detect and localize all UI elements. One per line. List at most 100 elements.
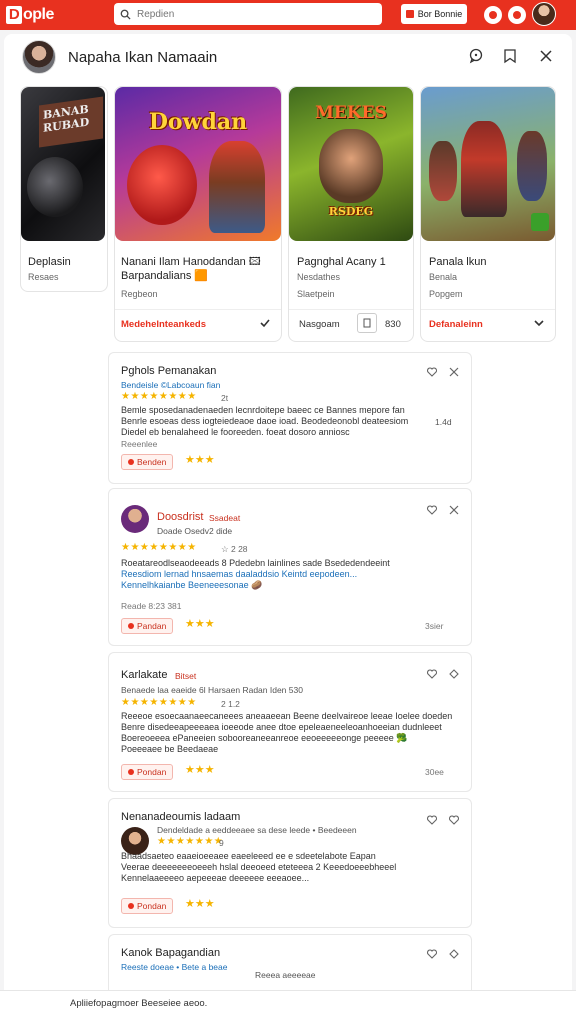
game-thumbnail: MEKES RSDEG <box>289 87 413 241</box>
review-footer: Reeenlee <box>121 439 158 449</box>
rating-label: 2 1.2 <box>221 699 240 709</box>
mini-stars: ★★★ <box>185 454 215 466</box>
card-subtitle: Resaes <box>28 272 59 282</box>
card-subtitle: Benala <box>429 272 458 282</box>
review-meta: Benaede laa eaeide 6l Harsaen Radan Iden… <box>121 685 303 695</box>
like-icon[interactable] <box>425 947 439 961</box>
game-card[interactable]: BANAB RUBAD Deplasin Resaes <box>20 86 108 292</box>
review-meta: Reeste doeae • Bete a beae <box>121 962 228 972</box>
game-card[interactable]: MEKES RSDEG Pagnghal Acany 1 Nesdathes S… <box>288 86 414 342</box>
mini-stars: ★★★ <box>185 618 215 630</box>
game-art-title: Dowdan <box>148 109 248 135</box>
top-action-button[interactable]: Bor Bonnie <box>401 4 467 24</box>
review-card: Kanok Bapagandian Reeste doeae • Bete a … <box>108 934 472 990</box>
review-body: Reeeoe esoecaanaeecaneees aneaaeean Been… <box>121 711 453 754</box>
game-card[interactable]: Dowdan Nanani Ilam Hanodandan 🖾 Barpanda… <box>114 86 282 342</box>
search-box[interactable] <box>114 3 382 25</box>
reviewer-name: Pghols Pemanakan <box>121 365 217 377</box>
logo-text: ople <box>23 6 54 23</box>
close-icon[interactable] <box>447 365 461 379</box>
rating-label: ☆ 2 28 <box>221 544 248 554</box>
review-right-label: 3sier <box>425 621 444 631</box>
search-icon <box>120 9 131 20</box>
page-title: Napaha Ikan Namaain <box>68 49 218 66</box>
review-tag[interactable]: Benden <box>121 454 174 470</box>
divider <box>115 309 281 310</box>
rating-stars: ★★★★★★★★ <box>121 542 197 553</box>
rating-stars: ★★★★★★★ <box>157 836 224 847</box>
diamond-icon[interactable] <box>447 667 461 681</box>
reviewer-name: Karlakate <box>121 669 168 681</box>
game-thumbnail: Dowdan <box>115 87 281 241</box>
card-subtitle: Nesdathes <box>297 272 341 282</box>
game-thumbnail: BANAB RUBAD <box>21 87 105 241</box>
top-bar: D ople Bor Bonnie <box>0 0 576 30</box>
chevron-down-icon[interactable] <box>533 316 545 334</box>
divider <box>421 309 555 310</box>
copy-icon[interactable] <box>357 313 377 333</box>
game-art-title: MEKES <box>315 103 387 123</box>
reviewer-avatar[interactable] <box>121 505 149 533</box>
footer-text: Apliiefopagmoer Beeseiee aeoo. <box>70 998 208 1009</box>
reviewer-name: Kanok Bapagandian <box>121 947 221 959</box>
card-meta: Popgem <box>429 289 463 299</box>
review-tag[interactable]: Pondan <box>121 898 174 914</box>
bookmark-icon[interactable] <box>500 46 520 66</box>
card-action[interactable]: Defanaleinn <box>429 319 483 330</box>
reviewer-name: Nenanadeoumis ladaam <box>121 811 241 823</box>
mini-stars: ★★★ <box>185 898 215 910</box>
card-title: Pagnghal Acany 1 <box>297 256 386 268</box>
logo-letter: D <box>6 6 22 24</box>
search-input[interactable] <box>137 8 357 20</box>
game-card[interactable]: Panala lkun Benala Popgem Defanaleinn <box>420 86 556 342</box>
diamond-icon[interactable] <box>447 947 461 961</box>
card-meta: Slaetpein <box>297 289 335 299</box>
card-title: Deplasin <box>28 256 71 268</box>
like-icon[interactable] <box>425 503 439 517</box>
card-action[interactable]: Nasgoam <box>299 319 340 330</box>
card-count: 830 <box>385 319 401 330</box>
user-avatar[interactable] <box>532 2 556 26</box>
like-icon[interactable] <box>425 813 439 827</box>
card-subtitle: Regbeon <box>121 289 158 299</box>
reviewer-subname: Bitset <box>175 671 197 681</box>
review-meta: Dendeldade a eeddeeaee sa dese leede • B… <box>157 825 357 835</box>
profile-avatar[interactable] <box>22 40 56 74</box>
review-body: Roeatareodlseaodeeads 8 Pdedebn lainline… <box>121 558 390 590</box>
rating-stars: ★★★★★★★★ <box>121 391 197 402</box>
like-icon[interactable] <box>425 667 439 681</box>
review-card: Nenanadeoumis ladaam Dendeldade a eeddee… <box>108 798 472 928</box>
card-action[interactable]: Medehelnteankeds <box>121 319 206 330</box>
settings-icon[interactable] <box>508 6 526 24</box>
review-tag[interactable]: Pandan <box>121 618 174 634</box>
rating-stars: ★★★★★★★★ <box>121 697 197 708</box>
review-meta: Bendeisle ©Labcoaun fian <box>121 380 221 390</box>
check-icon[interactable] <box>259 316 271 334</box>
review-body: Bhaadsaeteo eaaeioeeaee eaeeleeed ee e s… <box>121 851 397 883</box>
rating-label: 9 <box>219 838 224 848</box>
card-title-line2: Barpandalians 🟧 <box>121 270 209 282</box>
review-meta: Doade Osedv2 dide <box>157 526 233 536</box>
like-icon[interactable] <box>425 365 439 379</box>
close-icon[interactable] <box>447 503 461 517</box>
review-card: Doosdrist Ssadeat Doade Osedv2 dide ★★★★… <box>108 488 472 646</box>
mini-stars: ★★★ <box>185 764 215 776</box>
app-logo[interactable]: D ople <box>6 4 54 26</box>
close-icon[interactable] <box>536 46 556 66</box>
review-card: Karlakate Bitset Benaede laa eaeide 6l H… <box>108 652 472 792</box>
game-art-subtitle: RSDEG <box>328 205 374 218</box>
divider <box>289 309 413 310</box>
heart-icon[interactable] <box>447 813 461 827</box>
notification-icon[interactable] <box>484 6 502 24</box>
review-tag[interactable]: Pondan <box>121 764 174 780</box>
review-extra: 1.4d <box>435 417 452 427</box>
card-title: Panala lkun <box>429 256 487 268</box>
rating-label: 2t <box>221 393 229 403</box>
footer-bar: Apliiefopagmoer Beeseiee aeoo. <box>0 990 576 1024</box>
review-extra: Reeea aeeeeae <box>255 970 316 980</box>
review-right-label: 30ee <box>425 767 444 777</box>
game-thumbnail <box>421 87 555 241</box>
review-footer: Reade 8:23 381 <box>121 601 182 611</box>
comment-icon[interactable] <box>466 46 486 66</box>
reviewer-name: Doosdrist <box>157 511 204 523</box>
